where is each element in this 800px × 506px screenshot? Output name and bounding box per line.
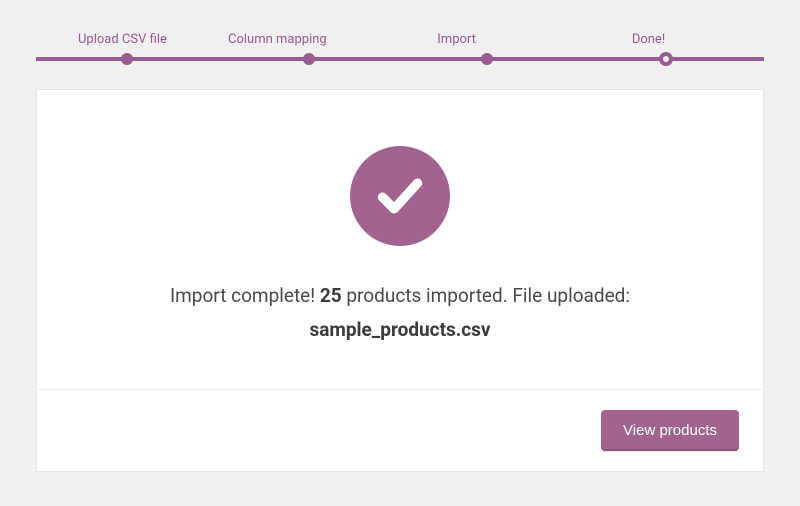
progress-stepper: Upload CSV file Column mapping Import Do… — [36, 32, 764, 61]
step-dot-mapping — [303, 53, 315, 65]
step-label-import: Import — [407, 32, 604, 47]
step-label-done: Done! — [604, 32, 764, 47]
progress-track — [36, 57, 764, 61]
step-label-mapping: Column mapping — [218, 32, 407, 47]
success-check-icon — [350, 146, 450, 246]
step-dot-import — [481, 53, 493, 65]
step-dot-done — [659, 52, 673, 66]
import-result-text: Import complete! 25 products imported. F… — [77, 280, 723, 312]
view-products-button[interactable]: View products — [601, 410, 739, 451]
import-result-card: Import complete! 25 products imported. F… — [36, 89, 764, 472]
step-dot-upload — [121, 53, 133, 65]
step-label-upload: Upload CSV file — [36, 32, 218, 47]
result-count: 25 — [320, 284, 342, 307]
result-middle: products imported. File uploaded: — [342, 284, 630, 307]
uploaded-filename: sample_products.csv — [77, 318, 723, 341]
result-prefix: Import complete! — [170, 284, 320, 307]
